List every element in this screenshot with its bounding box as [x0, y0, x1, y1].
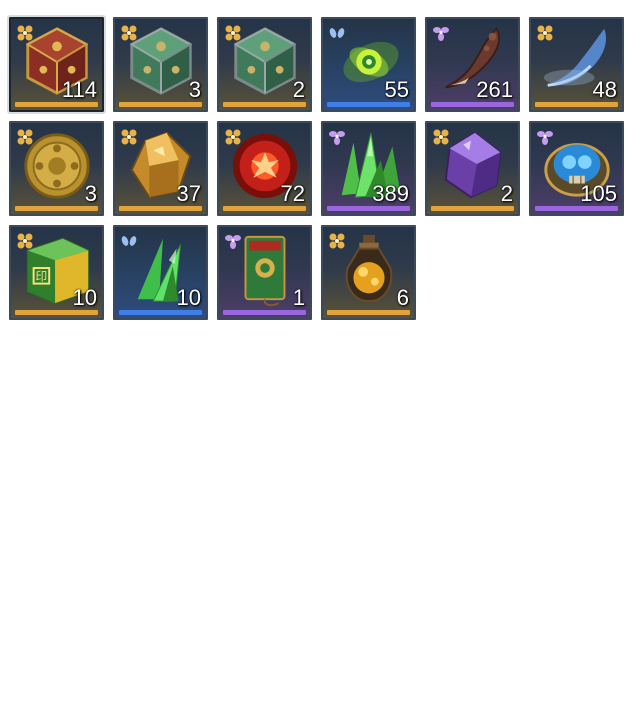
inventory-slot[interactable]: 389 [321, 121, 416, 216]
inventory-slot[interactable]: 2 [217, 17, 312, 112]
item-quantity: 10 [176, 285, 201, 310]
rarity-bar [327, 102, 410, 107]
rarity-bar [223, 310, 306, 315]
rarity-bar [223, 206, 306, 211]
rarity-bar [431, 102, 514, 107]
inventory-slot[interactable]: 72 [217, 121, 312, 216]
inventory-slot[interactable]: 2 [425, 121, 520, 216]
inventory-slot[interactable]: 48 [529, 17, 624, 112]
green-ornate-d20-dice-icon [129, 27, 192, 95]
rarity-bar [119, 310, 202, 315]
item-quantity: 48 [592, 77, 617, 102]
item-quantity: 37 [176, 181, 201, 206]
green-ornate-d20-dice-icon [233, 27, 296, 95]
rarity-bar [327, 206, 410, 211]
item-quantity: 389 [372, 181, 409, 206]
item-quantity: 105 [580, 181, 617, 206]
purple-amethyst-icon [444, 131, 501, 199]
rarity-bar [15, 310, 98, 315]
item-quantity: 3 [84, 181, 97, 206]
item-quantity: 2 [500, 181, 513, 206]
rarity-bar [535, 206, 618, 211]
inventory-slot[interactable]: 1 [217, 225, 312, 320]
rarity-bar [119, 102, 202, 107]
item-quantity: 72 [280, 181, 305, 206]
rarity-bar [535, 102, 618, 107]
item-quantity: 114 [61, 77, 97, 102]
green-talisman-tag-icon [244, 235, 285, 306]
inventory-slot[interactable]: 37 [113, 121, 208, 216]
rarity-bar [327, 310, 410, 315]
inventory-slot[interactable]: 114 [7, 15, 106, 114]
inventory-slot[interactable]: 3 [9, 121, 104, 216]
item-quantity: 10 [72, 285, 97, 310]
item-quantity: 55 [384, 77, 409, 102]
rarity-bar [15, 206, 98, 211]
inventory-slot[interactable]: 3 [113, 17, 208, 112]
inventory-slot[interactable]: 261 [425, 17, 520, 112]
rarity-bar [431, 206, 514, 211]
inventory-slot[interactable]: 6 [321, 225, 416, 320]
gold-coin-icon [23, 133, 90, 199]
rarity-bar [223, 102, 306, 107]
item-quantity: 1 [292, 285, 305, 310]
amber-potion-bottle-icon [345, 234, 392, 302]
inventory-slot[interactable]: 印 10 [9, 225, 104, 320]
inventory-slot[interactable]: 10 [113, 225, 208, 320]
item-quantity: 261 [476, 77, 513, 102]
rarity-bar [119, 206, 202, 211]
item-quantity: 3 [188, 77, 201, 102]
inventory-grid: 114 3 2 55 261 48 3 37 72 389 2 105 印 10… [7, 15, 624, 320]
item-quantity: 2 [292, 77, 305, 102]
inventory-slot[interactable]: 105 [529, 121, 624, 216]
inventory-slot[interactable]: 55 [321, 17, 416, 112]
rarity-bar [15, 102, 98, 107]
item-quantity: 6 [396, 285, 409, 310]
svg-text:印: 印 [35, 270, 47, 284]
